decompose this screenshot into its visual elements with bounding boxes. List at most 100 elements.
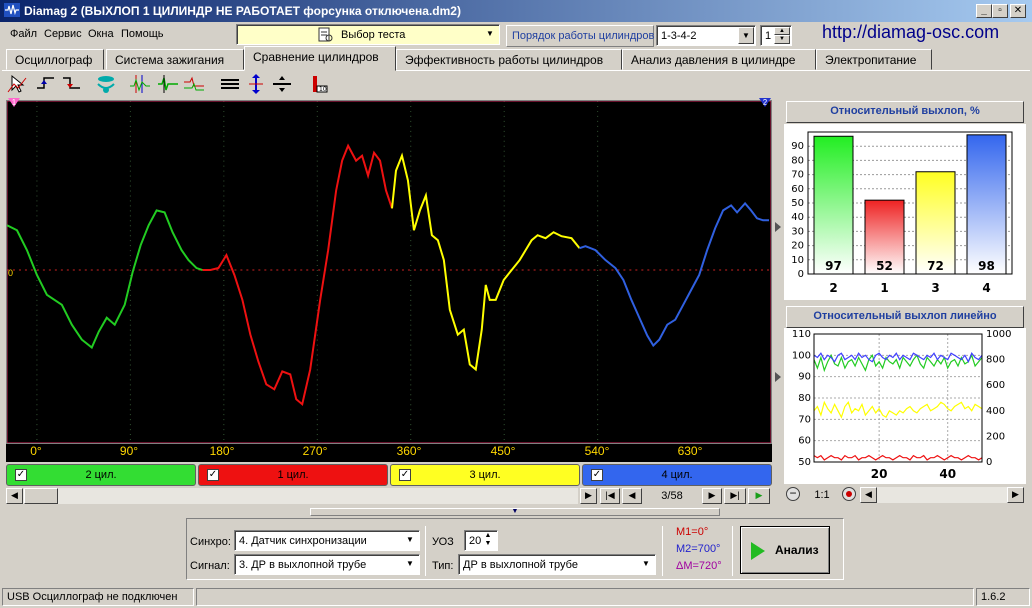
bar-chart-icon[interactable]: 10 <box>308 72 332 96</box>
x-tick-label: 0° <box>30 444 42 458</box>
oscilloscope-display[interactable] <box>6 100 772 444</box>
offset-icon[interactable] <box>270 72 294 96</box>
scroll-thumb[interactable] <box>24 488 58 504</box>
minimize-button[interactable]: _ <box>976 4 992 18</box>
cylinder-4-trace <box>579 201 770 348</box>
cylinder-1-toggle[interactable]: ✓ 1 цил. <box>198 464 388 486</box>
relative-exhaust-line-chart: 50 60 70 80 90 100 110 0 200 400 600 800 1000 20 40 <box>784 328 1026 484</box>
spin-down-icon[interactable]: ▼ <box>480 540 496 549</box>
page-indicator: 3/58 <box>661 490 683 502</box>
cylinder-spin-value: 1 <box>765 30 772 42</box>
cylinder-2-toggle[interactable]: ✓ 2 цил. <box>6 464 196 486</box>
chevron-down-icon[interactable]: ▼ <box>638 556 654 573</box>
prev-page-icon[interactable]: ◀ <box>622 488 642 504</box>
scroll-right-icon[interactable]: ▶ <box>580 488 597 504</box>
spin-up-icon[interactable]: ▲ <box>774 27 790 35</box>
close-button[interactable]: ✕ <box>1010 4 1026 18</box>
uoz-label: УОЗ <box>432 536 454 548</box>
signal-label: Сигнал: <box>190 560 230 572</box>
chevron-down-icon[interactable]: ▼ <box>402 556 418 573</box>
left-tick-label: 50 <box>798 457 811 468</box>
waveform-zoom-icon[interactable] <box>156 72 180 96</box>
scroll-left-icon[interactable]: ◀ <box>6 488 23 504</box>
bar-chart-title: Относительный выхлоп, % <box>786 101 1024 123</box>
cylinder-1-checkbox[interactable]: ✓ <box>207 469 219 481</box>
divider <box>425 526 426 576</box>
horizontal-grid-icon[interactable] <box>218 72 242 96</box>
menu-service[interactable]: Сервис <box>44 28 82 40</box>
tab-cylinder-efficiency[interactable]: Эффективность работы цилиндров <box>396 49 622 70</box>
rising-edge-icon[interactable] <box>34 72 58 96</box>
cylinder-3-toggle[interactable]: ✓ 3 цил. <box>390 464 580 486</box>
y-tick-label: 40 <box>791 212 804 223</box>
website-link[interactable]: http://diamag-osc.com <box>822 22 999 43</box>
tab-pressure-analysis[interactable]: Анализ давления в цилиндре <box>622 49 816 70</box>
tab-power-supply[interactable]: Электропитание <box>816 49 932 70</box>
cylinder-order-label[interactable]: Порядок работы цилиндров <box>506 25 654 47</box>
document-icon <box>318 27 333 42</box>
signal-select[interactable]: 3. ДР в выхлопной трубе ▼ <box>234 554 420 575</box>
title-bar: Diamag 2 (ВЫХЛОП 1 ЦИЛИНДР НЕ РАБОТАЕТ ф… <box>0 0 1032 22</box>
splitter-handle[interactable]: ▼ <box>310 508 720 516</box>
uoz-spin[interactable]: 20 ▲ ▼ <box>464 530 498 551</box>
menu-file[interactable]: Файл <box>10 28 37 40</box>
zoom-out-icon[interactable]: − <box>786 487 800 501</box>
menu-help[interactable]: Помощь <box>121 28 164 40</box>
cylinder-3-checkbox[interactable]: ✓ <box>399 469 411 481</box>
cylinder-4-checkbox[interactable]: ✓ <box>591 469 603 481</box>
bar <box>813 135 854 275</box>
tab-cylinder-compare[interactable]: Сравнение цилиндров <box>244 46 396 71</box>
falling-edge-icon[interactable] <box>60 72 84 96</box>
chevron-down-icon: ▼ <box>486 29 494 38</box>
menu-windows[interactable]: Окна <box>88 28 114 40</box>
bar <box>966 134 1007 275</box>
left-tick-label: 90 <box>798 372 811 383</box>
last-page-icon[interactable]: ▶| <box>724 488 746 504</box>
test-select[interactable]: Выбор теста ▼ <box>236 24 500 45</box>
connection-status: USB Осциллограф не подключен <box>2 588 194 606</box>
cursor-lines-icon[interactable] <box>128 72 152 96</box>
type-select[interactable]: ДР в выхлопной трубе ▼ <box>458 554 656 575</box>
record-icon[interactable] <box>842 487 856 501</box>
tab-oscilloscope[interactable]: Осциллограф <box>6 49 104 70</box>
version-label: 1.6.2 <box>976 588 1030 606</box>
line-chart-scrollbar[interactable] <box>860 487 1024 503</box>
vertical-scale-icon[interactable] <box>244 72 268 96</box>
cylinder-4-toggle[interactable]: ✓ 4 цил. <box>582 464 772 486</box>
cylinder-spin[interactable]: 1 ▲ ▼ <box>760 25 792 46</box>
x-tick-label: 450° <box>490 444 516 458</box>
scroll-right-icon[interactable]: ▶ <box>1007 487 1024 503</box>
panel-splitter-arrow-icon[interactable] <box>775 222 781 232</box>
spin-up-icon[interactable]: ▲ <box>480 532 496 540</box>
scroll-left-icon[interactable]: ◀ <box>860 487 877 503</box>
bar-value-label: 52 <box>876 259 893 273</box>
cursor-tool-icon[interactable] <box>6 72 30 96</box>
sync-label: Синхро: <box>190 536 231 548</box>
panel-splitter-arrow-icon[interactable] <box>775 372 781 382</box>
x-tick-label: 20 <box>871 467 888 481</box>
cylinder-2-label: 2 цил. <box>85 469 117 481</box>
next-page-icon[interactable]: ▶ <box>702 488 722 504</box>
x-tick-label: 360° <box>396 444 422 458</box>
analyze-button[interactable]: Анализ <box>740 526 830 574</box>
first-page-icon[interactable]: |◀ <box>600 488 620 504</box>
spin-down-icon[interactable]: ▼ <box>774 35 790 44</box>
y-tick-label: 50 <box>791 198 804 209</box>
cylinder-2-checkbox[interactable]: ✓ <box>15 469 27 481</box>
marker-2-readout: M2=700° <box>676 543 721 555</box>
tab-ignition[interactable]: Система зажигания <box>106 49 244 70</box>
y-tick-label: 10 <box>791 255 804 266</box>
horizontal-scrollbar[interactable] <box>6 488 578 504</box>
cylinder-order-select[interactable]: 1-3-4-2 ▼ <box>656 25 756 46</box>
chevron-down-icon[interactable]: ▼ <box>402 532 418 549</box>
maximize-button[interactable]: ▫ <box>992 4 1008 18</box>
sync-select[interactable]: 4. Датчик синхронизации ▼ <box>234 530 420 551</box>
cylinder-1-trace <box>202 143 393 407</box>
waveform-compare-icon[interactable] <box>182 72 206 96</box>
play-icon[interactable]: ▶ <box>748 488 770 504</box>
x-tick-label: 270° <box>302 444 328 458</box>
right-tick-label: 600 <box>986 380 1005 391</box>
signal-source-icon[interactable] <box>94 72 118 96</box>
chevron-down-icon[interactable]: ▼ <box>738 27 754 44</box>
x-tick-label: 90° <box>119 444 139 458</box>
